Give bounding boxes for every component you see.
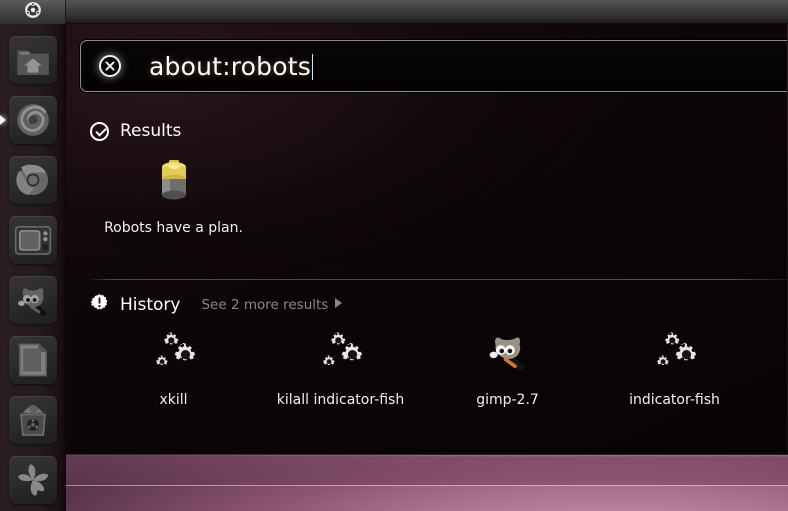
search-input[interactable]: about:robots [80,40,787,92]
gears-icon [317,328,365,376]
gears-icon [651,328,699,376]
history-item-xkill[interactable]: xkill [90,326,257,408]
clear-circle-x-icon[interactable] [99,55,121,77]
section-divider [90,279,787,280]
result-item-label: Robots have a plan. [104,220,243,236]
home-folder-icon [17,50,49,76]
battery-icon [150,156,198,204]
gear-badge-icon [90,293,109,316]
launcher-item-home-folder[interactable] [0,30,65,90]
history-item-label: kilall indicator-fish [276,392,405,408]
history-row: xkill kilall indicator-fish gimp-2.7 ind… [90,326,758,408]
gimp-wilber-icon [18,288,48,317]
history-item-gimp[interactable]: gimp-2.7 [424,326,591,408]
launcher-item-media-player[interactable] [0,210,65,270]
gimp-wilber-icon [484,328,532,376]
document-page-icon [19,343,47,377]
ubuntu-logo-icon [24,1,42,23]
see-more-results-label: See 2 more results [201,296,329,313]
dash-search-area: about:robots [80,40,787,92]
running-indicator-icon [0,115,6,125]
desktop-screen: about:robots Results Robots have a plan.… [0,0,788,511]
launcher-item-shotwell[interactable] [0,450,65,510]
results-row: Robots have a plan. [90,154,257,236]
history-item-label: gimp-2.7 [476,392,539,408]
launcher-item-libreoffice[interactable] [0,330,65,390]
result-item-robots[interactable]: Robots have a plan. [90,154,257,236]
launcher-item-gimp[interactable] [0,270,65,330]
group-title-results: Results [120,121,182,141]
history-item-label: indicator-fish [629,392,720,408]
firefox-icon [17,104,49,136]
check-circle-icon [90,121,109,141]
aperture-pinwheel-icon [18,464,49,496]
chevron-right-icon [335,297,343,308]
chromium-icon [16,164,49,196]
gears-icon [150,328,198,376]
history-item-indicator-fish[interactable]: indicator-fish [591,326,758,408]
see-more-results-link[interactable]: See 2 more results [201,296,343,313]
television-icon [14,225,52,255]
text-caret [311,53,313,80]
wallpaper-highlight-band [0,455,788,486]
unity-dash: about:robots Results Robots have a plan.… [66,24,788,455]
unity-launcher[interactable] [0,24,66,511]
launcher-item-software-center[interactable] [0,390,65,450]
group-header-history[interactable]: History See 2 more results [90,293,343,316]
group-header-results[interactable]: Results [90,121,181,141]
ubuntu-dash-button[interactable] [0,0,66,24]
launcher-item-firefox[interactable] [0,90,65,150]
shopping-bag-icon [20,404,46,436]
history-item-label: xkill [159,392,188,408]
search-query-text: about:robots [149,51,311,81]
search-input-value: about:robots [149,52,313,81]
group-title-history: History [120,294,181,315]
launcher-item-chromium[interactable] [0,150,65,210]
history-item-kilall-indicator-fish[interactable]: kilall indicator-fish [257,326,424,408]
top-panel [0,0,788,24]
